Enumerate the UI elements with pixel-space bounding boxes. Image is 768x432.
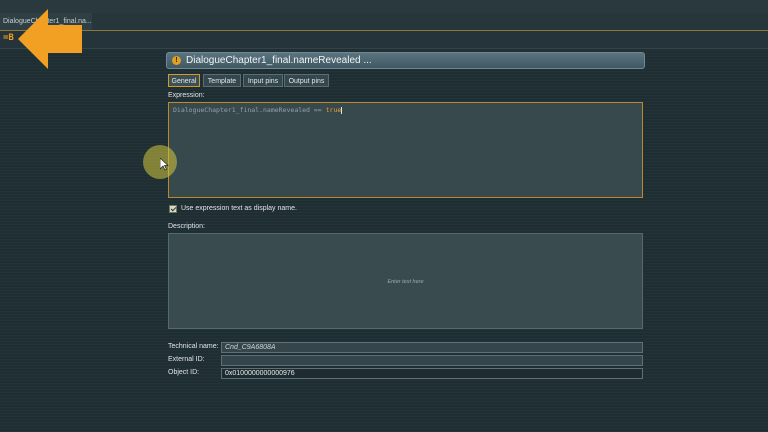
condition-icon: ! xyxy=(172,56,181,65)
toolbar-condition-icon[interactable]: =B xyxy=(3,33,14,43)
expression-reference: DialogueChapter1_final.nameRevealed xyxy=(173,106,310,114)
panel-header: ! DialogueChapter1_final.nameRevealed ..… xyxy=(166,52,645,69)
expression-value: true xyxy=(325,106,342,114)
technical-name-field[interactable]: Cnd_C9A6808A xyxy=(221,342,643,353)
use-expression-checkbox[interactable] xyxy=(169,205,177,213)
use-expression-label: Use expression text as display name. xyxy=(181,205,297,212)
tab-output-pins[interactable]: Output pins xyxy=(284,74,329,87)
tab-general[interactable]: General xyxy=(168,74,200,87)
tab-template[interactable]: Template xyxy=(203,74,241,87)
external-id-label: External ID: xyxy=(168,356,205,363)
text-caret xyxy=(341,106,343,114)
expression-operator: == xyxy=(309,106,326,114)
toolbar xyxy=(0,31,768,49)
expression-text: DialogueChapter1_final.nameRevealed == t… xyxy=(173,106,343,114)
expression-label: Expression: xyxy=(168,92,205,99)
document-tab-bar xyxy=(0,13,768,31)
object-id-label: Object ID: xyxy=(168,369,200,376)
external-id-field[interactable] xyxy=(221,355,643,366)
tab-input-pins[interactable]: Input pins xyxy=(243,74,283,87)
expression-editor[interactable]: DialogueChapter1_final.nameRevealed == t… xyxy=(168,102,643,198)
mouse-pointer-icon xyxy=(160,158,169,171)
technical-name-label: Technical name: xyxy=(168,343,219,350)
description-field[interactable]: Enter text here xyxy=(168,233,643,329)
panel-title: DialogueChapter1_final.nameRevealed ... xyxy=(186,55,372,66)
description-label: Description: xyxy=(168,223,205,230)
description-placeholder: Enter text here xyxy=(387,279,424,285)
object-id-field[interactable]: 0x0100000000000976 xyxy=(221,368,643,379)
pointing-arrow-icon xyxy=(18,9,82,69)
title-bar xyxy=(0,0,768,14)
